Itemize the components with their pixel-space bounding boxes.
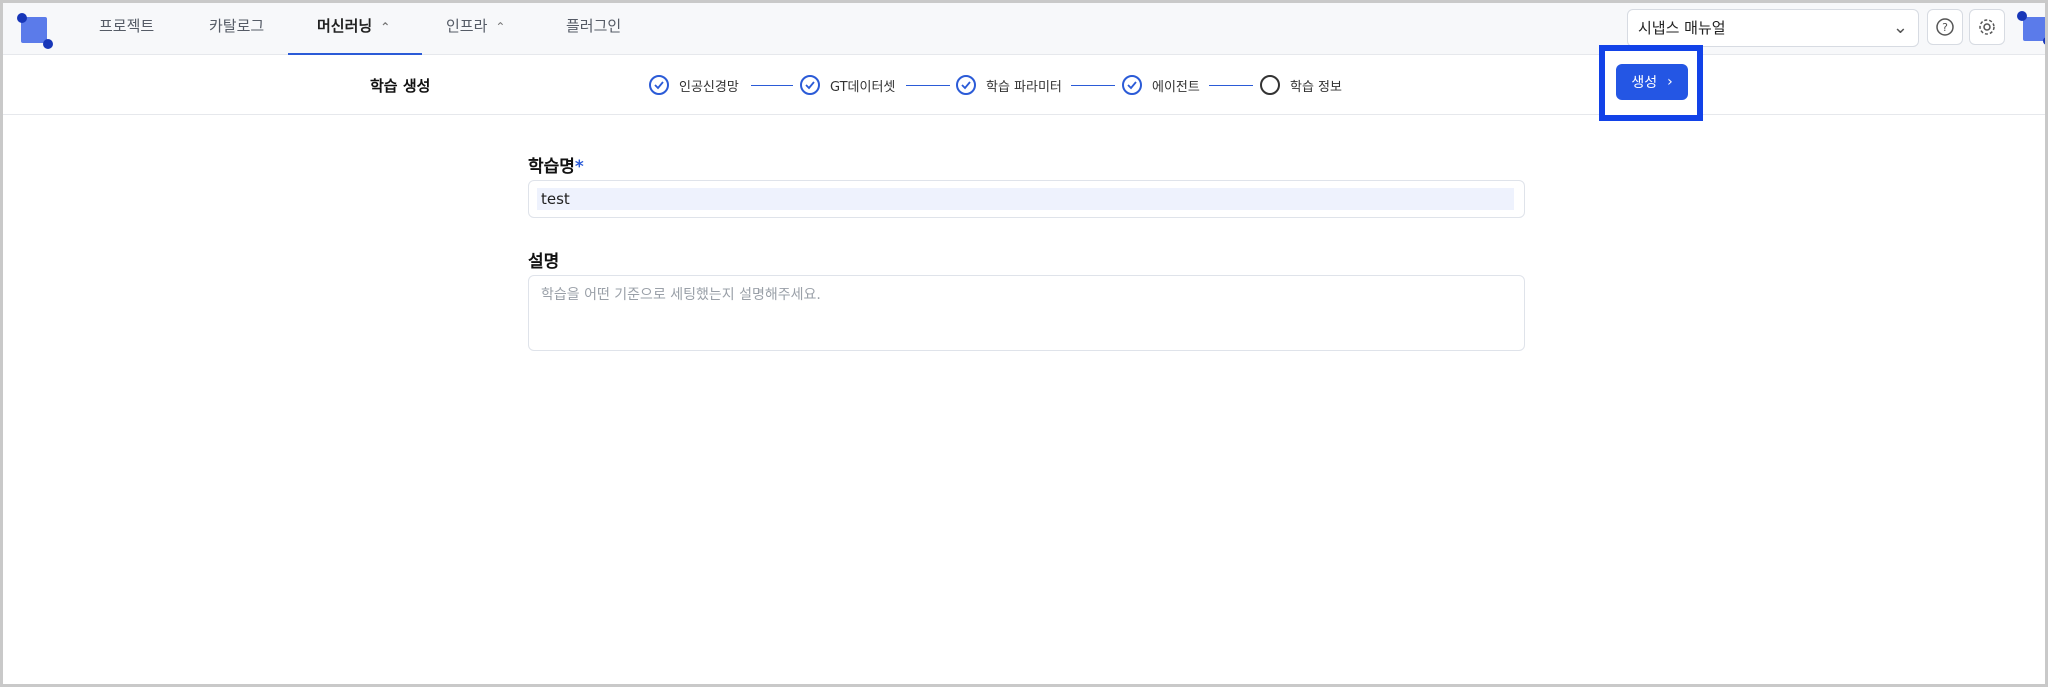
name-field[interactable]: test: [528, 180, 1525, 218]
description-textarea[interactable]: 학습을 어떤 기준으로 세팅했는지 설명해주세요.: [528, 275, 1525, 351]
step-connector: [751, 85, 793, 86]
page-title: 학습 생성: [370, 77, 431, 95]
chevron-up-down-icon: ⌃: [495, 20, 506, 34]
subheader: 학습 생성 인공신경망 GT데이터셋 학습 파라미터 에이전트 학습 정보: [3, 55, 2045, 115]
step-training-info[interactable]: 학습 정보: [1260, 72, 1342, 98]
help-button[interactable]: ?: [1927, 9, 1963, 45]
check-circle-icon: [649, 75, 669, 95]
empty-circle-icon: [1260, 75, 1280, 95]
step-connector: [906, 85, 950, 86]
nav-item-projects[interactable]: 프로젝트: [99, 3, 154, 55]
settings-icon: [1979, 19, 1995, 35]
settings-button[interactable]: [1969, 9, 2005, 45]
step-connector: [1209, 85, 1253, 86]
svg-text:?: ?: [1942, 21, 1948, 34]
check-circle-icon: [800, 75, 820, 95]
name-input[interactable]: test: [537, 188, 1514, 210]
top-nav: 프로젝트 카탈로그 머신러닝 ⌃ 인프라 ⌃ 플러그인 시냅스 매뉴얼 ⌄ ?: [3, 3, 2048, 55]
nav-item-plugins[interactable]: 플러그인: [566, 3, 621, 55]
step-agent[interactable]: 에이전트: [1122, 72, 1200, 98]
nav-item-catalog[interactable]: 카탈로그: [209, 3, 264, 55]
chevron-down-icon: ⌄: [1892, 17, 1908, 38]
check-circle-icon: [1122, 75, 1142, 95]
logo-icon[interactable]: [17, 13, 53, 49]
nav-item-machine-learning[interactable]: 머신러닝 ⌃: [317, 3, 390, 55]
nav-item-infra[interactable]: 인프라 ⌃: [446, 3, 505, 55]
create-button-highlight: 생성 ›: [1599, 45, 1703, 121]
chevron-up-down-icon: ⌃: [380, 20, 391, 34]
step-training-params[interactable]: 학습 파라미터: [956, 72, 1062, 98]
step-neural-net[interactable]: 인공신경망: [649, 72, 739, 98]
manual-select[interactable]: 시냅스 매뉴얼 ⌄: [1627, 9, 1919, 47]
help-icon: ?: [1936, 18, 1954, 36]
step-gt-dataset[interactable]: GT데이터셋: [800, 72, 895, 98]
logo-icon[interactable]: [2017, 11, 2048, 45]
step-connector: [1071, 85, 1115, 86]
name-label: 학습명*: [528, 157, 584, 177]
create-button[interactable]: 생성 ›: [1616, 64, 1688, 100]
description-label: 설명: [528, 252, 560, 272]
required-mark: *: [574, 157, 584, 177]
check-circle-icon: [956, 75, 976, 95]
chevron-right-icon: ›: [1667, 74, 1673, 90]
